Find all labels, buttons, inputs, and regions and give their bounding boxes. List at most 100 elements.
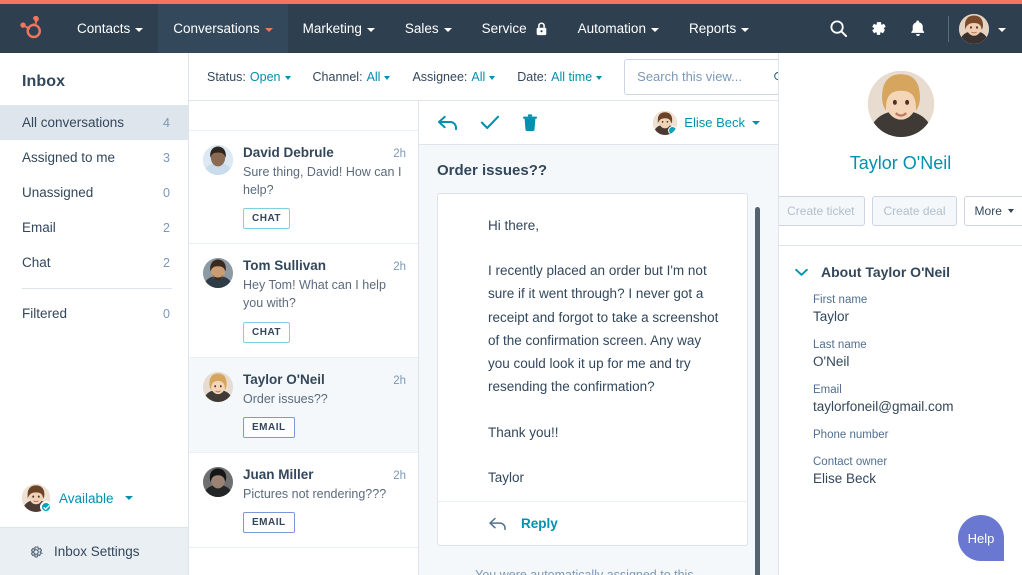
availability-status[interactable]: Available — [0, 469, 188, 527]
filter-status[interactable]: Status: Open — [207, 70, 291, 84]
conversation-name: Tom Sullivan — [243, 258, 327, 274]
avatar-image — [867, 71, 934, 137]
nav-item-conversations[interactable]: Conversations — [158, 4, 288, 53]
conversation-preview: Pictures not rendering??? — [243, 486, 387, 501]
field-value[interactable]: Elise Beck — [813, 471, 1022, 486]
mark-closed-button[interactable] — [480, 114, 500, 131]
about-section-header[interactable]: About Taylor O'Neil — [779, 246, 1022, 286]
conversation-content: Taylor O'Neil 2h Order issues?? EMAIL — [243, 372, 406, 438]
conversation-header: Juan Miller 2h — [243, 467, 406, 482]
app-body: Inbox All conversations 4 Assigned to me… — [0, 53, 1022, 575]
nav-item-sales[interactable]: Sales — [390, 4, 467, 53]
hubspot-logo[interactable] — [0, 4, 62, 53]
message-paragraph: Thank you!! — [488, 424, 559, 440]
nav-item-marketing[interactable]: Marketing — [288, 4, 390, 53]
filter-value: All — [471, 69, 486, 84]
contact-actions: Create ticket Create deal More — [779, 196, 1022, 226]
top-navigation-bar: Contacts Conversations Marketing Sales S… — [0, 4, 1022, 53]
field-value[interactable]: Taylor — [813, 309, 1022, 324]
sidebar-divider — [22, 288, 172, 289]
conversation-list: David Debrule 2h Sure thing, David! How … — [189, 101, 419, 575]
conversation-time: 2h — [393, 374, 406, 387]
thread-scrollbar[interactable] — [755, 207, 760, 575]
conversation-list-item[interactable]: David Debrule 2h Sure thing, David! How … — [189, 131, 418, 245]
avatar — [203, 466, 233, 497]
conversation-header: Taylor O'Neil 2h — [243, 372, 406, 387]
field-email: Email taylorfoneil@gmail.com — [813, 384, 1022, 414]
create-deal-button[interactable]: Create deal — [872, 196, 957, 226]
sidebar-item-chat[interactable]: Chat 2 — [0, 245, 188, 280]
search-input[interactable] — [637, 69, 773, 84]
field-label: First name — [813, 294, 868, 306]
check-icon — [480, 115, 500, 130]
user-menu-chevron-down-icon[interactable] — [998, 27, 1006, 32]
inbox-settings-button[interactable]: Inbox Settings — [0, 527, 188, 575]
sidebar-item-label: Assigned to me — [22, 150, 116, 165]
field-value[interactable]: taylorfoneil@gmail.com — [813, 399, 1022, 414]
sidebar-item-email[interactable]: Email 2 — [0, 210, 188, 245]
search-view-box[interactable] — [624, 58, 797, 95]
field-label: Contact owner — [813, 456, 888, 468]
chevron-down-icon — [596, 75, 603, 80]
filter-date[interactable]: Date: All time — [517, 69, 603, 84]
lock-icon — [536, 22, 546, 35]
nav-item-reports[interactable]: Reports — [674, 4, 764, 53]
availability-avatar — [22, 484, 52, 513]
sidebar-item-count: 0 — [163, 185, 170, 200]
filter-label: Date: — [517, 69, 548, 84]
create-ticket-button[interactable]: Create ticket — [779, 196, 866, 226]
field-phone-number: Phone number — [813, 429, 1022, 441]
channel-badge: CHAT — [243, 208, 291, 230]
trash-icon — [523, 113, 537, 131]
sidebar-item-label: Chat — [22, 255, 51, 270]
conversation-list-item[interactable]: Juan Miller 2h Pictures not rendering???… — [189, 452, 418, 548]
delete-button[interactable] — [522, 113, 538, 132]
conversation-time: 2h — [393, 469, 406, 482]
filter-label: Status: — [207, 69, 246, 84]
field-label: Last name — [813, 339, 867, 351]
check-icon — [42, 504, 50, 510]
assignee-selector[interactable]: Elise Beck — [653, 110, 760, 135]
sidebar-item-all-conversations[interactable]: All conversations 4 — [0, 105, 188, 140]
global-search-button[interactable] — [818, 4, 858, 53]
sidebar-item-label: Filtered — [22, 306, 68, 321]
reply-arrow-icon — [438, 115, 457, 131]
filter-value: All — [366, 69, 381, 84]
hubspot-conversations-app: Contacts Conversations Marketing Sales S… — [0, 0, 1022, 575]
field-value[interactable]: O'Neil — [813, 354, 1022, 369]
conversation-list-item[interactable]: Tom Sullivan 2h Hey Tom! What can I help… — [189, 244, 418, 358]
thread-action-bar: Elise Beck — [419, 101, 778, 145]
filter-channel[interactable]: Channel: All — [313, 70, 391, 84]
nav-item-contacts[interactable]: Contacts — [62, 4, 158, 53]
conversation-time: 2h — [393, 261, 406, 274]
conversation-content: Juan Miller 2h Pictures not rendering???… — [243, 467, 406, 533]
more-actions-button[interactable]: More — [963, 196, 1022, 226]
sidebar-item-filtered[interactable]: Filtered 0 — [0, 296, 188, 331]
nav-divider — [948, 15, 949, 42]
settings-button[interactable] — [858, 4, 898, 53]
filter-assignee[interactable]: Assignee: All — [412, 69, 496, 84]
conversation-header: David Debrule 2h — [243, 145, 406, 160]
sidebar-item-count: 0 — [163, 306, 170, 321]
conversation-panes: David Debrule 2h Sure thing, David! How … — [189, 101, 778, 575]
avatar — [203, 258, 233, 289]
more-label: More — [974, 204, 1002, 218]
message-paragraph: Taylor — [488, 469, 525, 485]
sidebar-item-assigned-to-me[interactable]: Assigned to me 3 — [0, 140, 188, 175]
help-button[interactable]: Help — [958, 515, 1004, 561]
notifications-button[interactable] — [898, 4, 938, 53]
nav-item-service[interactable]: Service — [467, 4, 563, 53]
system-note: You were automatically assigned to this … — [437, 546, 748, 575]
nav-label: Contacts — [77, 21, 131, 36]
chevron-down-icon — [264, 27, 273, 32]
conversation-list-header-spacer — [189, 101, 418, 131]
reply-bar[interactable]: Reply — [437, 500, 748, 546]
nav-item-automation[interactable]: Automation — [563, 4, 674, 53]
chevron-down-icon — [284, 75, 291, 80]
sidebar-item-unassigned[interactable]: Unassigned 0 — [0, 175, 188, 210]
reply-button[interactable] — [437, 114, 458, 131]
conversation-list-item[interactable]: Taylor O'Neil 2h Order issues?? EMAIL — [189, 357, 418, 453]
inbox-settings-label: Inbox Settings — [54, 544, 140, 559]
user-avatar[interactable] — [959, 13, 989, 44]
chevron-down-icon — [384, 75, 391, 80]
